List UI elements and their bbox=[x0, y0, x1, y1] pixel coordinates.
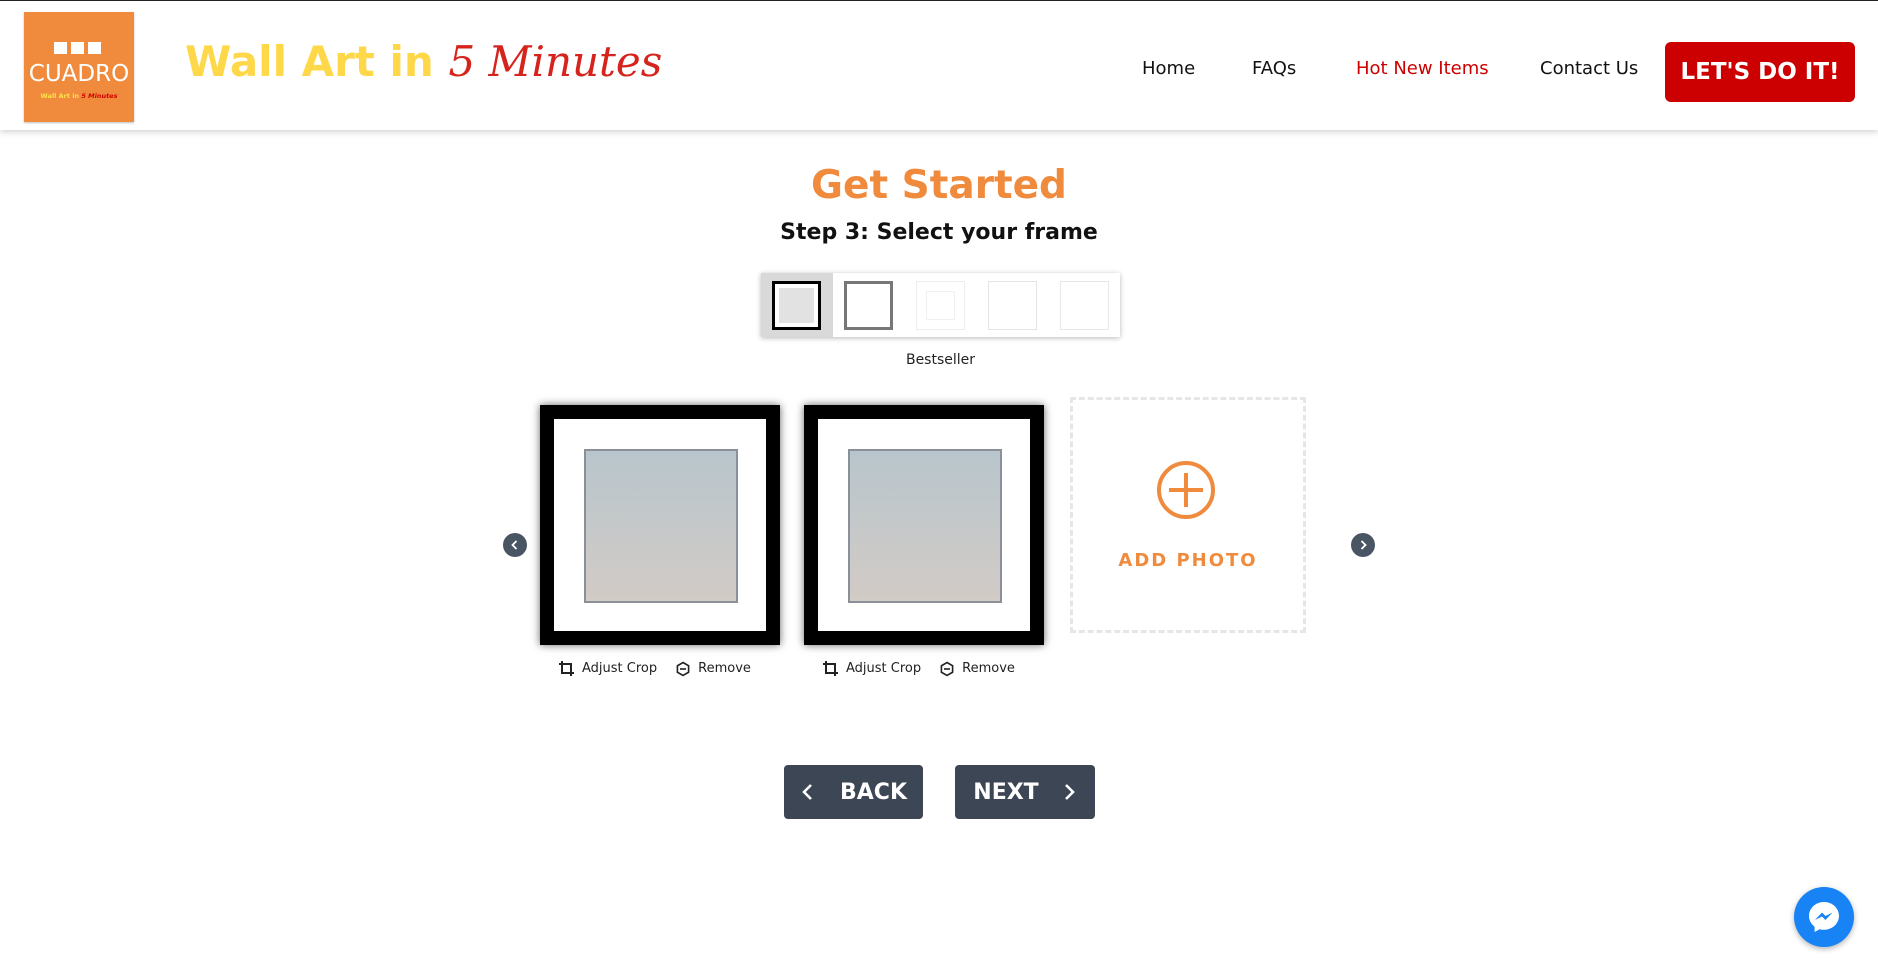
frame-swatch bbox=[844, 281, 893, 330]
site-header: CUADRO Wall Art in 5 Minutes Wall Art in… bbox=[0, 0, 1878, 130]
remove-label: Remove bbox=[698, 661, 751, 676]
crop-icon bbox=[823, 661, 838, 676]
next-button[interactable]: NEXT bbox=[955, 765, 1095, 819]
messenger-chat-button[interactable] bbox=[1794, 887, 1854, 947]
frame-option-white[interactable] bbox=[977, 273, 1049, 337]
photo-1-actions: Adjust Crop Remove bbox=[558, 660, 751, 677]
frame-option-white-light[interactable] bbox=[905, 273, 977, 337]
back-label: BACK bbox=[840, 779, 907, 805]
framed-photo-2[interactable] bbox=[804, 405, 1044, 645]
back-button[interactable]: BACK bbox=[784, 765, 923, 819]
page-title: Get Started bbox=[811, 163, 1067, 208]
site-tagline: Wall Art in 5 Minutes bbox=[185, 37, 662, 86]
frame-option-white-plain[interactable] bbox=[1049, 273, 1121, 337]
add-photo-button[interactable]: ADD PHOTO bbox=[1070, 397, 1306, 633]
adjust-crop-label: Adjust Crop bbox=[846, 661, 922, 676]
adjust-crop-link[interactable]: Adjust Crop bbox=[558, 660, 657, 677]
crop-icon bbox=[559, 661, 574, 676]
tagline-accent: 5 Minutes bbox=[448, 37, 663, 86]
remove-label: Remove bbox=[962, 661, 1015, 676]
photo-2-actions: Adjust Crop Remove bbox=[822, 660, 1015, 677]
frame-swatch bbox=[1060, 281, 1109, 330]
frame-swatch bbox=[988, 281, 1037, 330]
logo-tagline: Wall Art in 5 Minutes bbox=[40, 92, 118, 100]
add-photo-label: ADD PHOTO bbox=[1118, 550, 1258, 571]
carousel-prev-button[interactable] bbox=[503, 533, 527, 557]
frame-swatch bbox=[916, 281, 965, 330]
logo-squares bbox=[54, 42, 101, 54]
adjust-crop-label: Adjust Crop bbox=[582, 661, 658, 676]
nav-hot-new-items[interactable]: Hot New Items bbox=[1356, 58, 1489, 79]
lets-do-it-button[interactable]: LET'S DO IT! bbox=[1665, 42, 1855, 102]
chevron-left-icon bbox=[802, 784, 812, 800]
frame-selector bbox=[761, 273, 1120, 337]
remove-icon bbox=[676, 661, 690, 676]
nav-home[interactable]: Home bbox=[1142, 58, 1195, 79]
plus-circle-icon bbox=[1157, 461, 1215, 519]
framed-photo-1[interactable] bbox=[540, 405, 780, 645]
cuadro-logo[interactable]: CUADRO Wall Art in 5 Minutes bbox=[24, 12, 134, 122]
remove-link[interactable]: Remove bbox=[939, 661, 1015, 677]
frame-option-gray[interactable] bbox=[833, 273, 905, 337]
chevron-right-icon bbox=[1064, 784, 1075, 800]
frame-swatch bbox=[772, 281, 821, 330]
adjust-crop-link[interactable]: Adjust Crop bbox=[822, 660, 921, 677]
frame-option-black[interactable] bbox=[761, 273, 833, 337]
step-heading: Step 3: Select your frame bbox=[780, 220, 1098, 245]
frame-caption: Bestseller bbox=[905, 352, 976, 368]
logo-wordmark: CUADRO bbox=[28, 61, 130, 87]
nav-contact-us[interactable]: Contact Us bbox=[1540, 58, 1638, 79]
remove-icon bbox=[940, 661, 954, 676]
carousel-next-button[interactable] bbox=[1351, 533, 1375, 557]
chevron-left-icon bbox=[511, 540, 518, 550]
photo-image bbox=[848, 449, 1002, 603]
messenger-icon bbox=[1809, 902, 1839, 932]
next-label: NEXT bbox=[973, 779, 1039, 805]
tagline-prefix: Wall Art in bbox=[185, 37, 449, 86]
photo-image bbox=[584, 449, 738, 603]
nav-faqs[interactable]: FAQs bbox=[1252, 58, 1296, 79]
chevron-right-icon bbox=[1360, 540, 1367, 550]
remove-link[interactable]: Remove bbox=[675, 661, 751, 677]
